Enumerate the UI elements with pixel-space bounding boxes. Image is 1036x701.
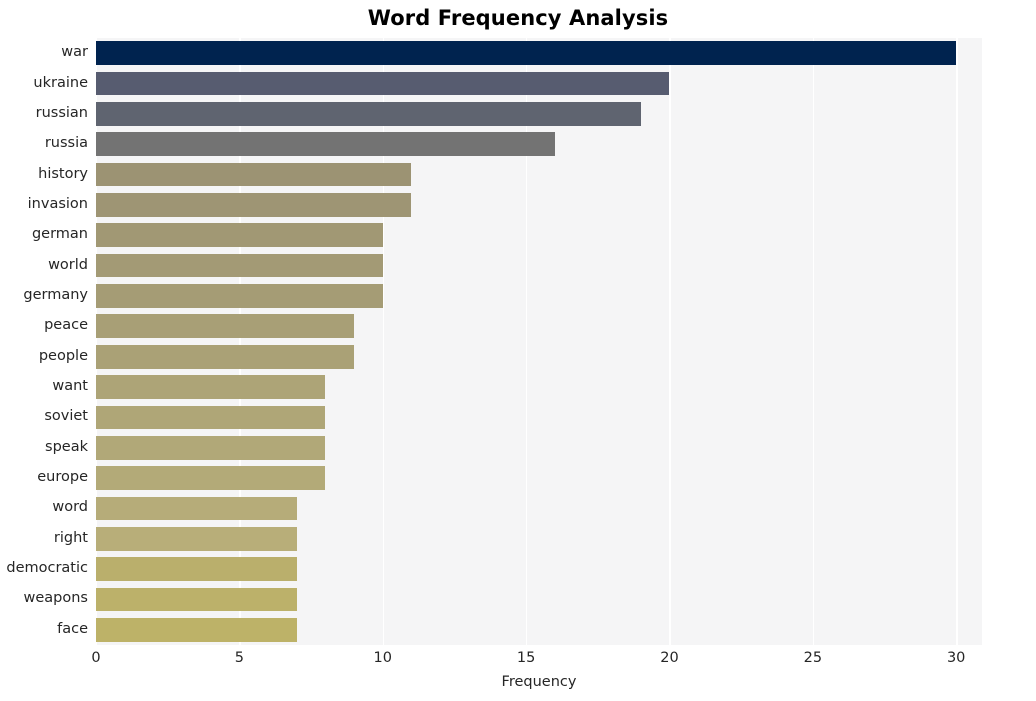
bar-row bbox=[96, 466, 982, 490]
y-tick-label-war: war bbox=[61, 44, 88, 61]
y-tick-label-world: world bbox=[48, 256, 88, 273]
x-tick-label-0: 0 bbox=[91, 650, 101, 666]
bar-word bbox=[96, 496, 297, 521]
bar-row bbox=[96, 132, 982, 157]
y-tick-label-word: word bbox=[52, 499, 88, 516]
bar-row bbox=[96, 496, 982, 521]
x-tick-label-10: 10 bbox=[373, 650, 392, 666]
bar-russian bbox=[96, 102, 641, 126]
bars-container bbox=[96, 38, 982, 645]
y-axis-tick-labels: war ukraine russian russia history invasion ge… bbox=[0, 38, 88, 645]
bar-right bbox=[96, 526, 297, 551]
x-axis-tick-labels: 0 5 10 15 20 25 30 bbox=[0, 650, 1036, 674]
x-tick-label-20: 20 bbox=[660, 650, 679, 666]
bar-soviet bbox=[96, 405, 326, 430]
bar-row bbox=[96, 314, 982, 339]
y-tick-label-invasion: invasion bbox=[27, 195, 88, 212]
y-tick-label-peace: peace bbox=[44, 317, 88, 334]
bar-democratic bbox=[96, 557, 297, 581]
bar-europe bbox=[96, 466, 326, 490]
bar-weapons bbox=[96, 587, 297, 612]
bar-row bbox=[96, 223, 982, 248]
y-tick-label-europe: europe bbox=[37, 469, 88, 486]
y-tick-label-russia: russia bbox=[44, 135, 88, 152]
bar-want bbox=[96, 375, 326, 399]
x-axis-label: Frequency bbox=[501, 674, 577, 690]
bar-row bbox=[96, 617, 982, 642]
bar-row bbox=[96, 41, 982, 65]
bar-ukraine bbox=[96, 71, 670, 96]
bar-row bbox=[96, 526, 982, 551]
bar-germany bbox=[96, 284, 383, 308]
bar-speak bbox=[96, 435, 326, 460]
bar-russia bbox=[96, 132, 555, 157]
bar-row bbox=[96, 344, 982, 369]
y-tick-label-germany: germany bbox=[23, 286, 88, 303]
y-tick-label-history: history bbox=[38, 165, 88, 182]
x-tick-label-15: 15 bbox=[516, 650, 536, 666]
chart-figure: Word Frequency Analysis war ukraine russia… bbox=[0, 0, 1036, 701]
bar-row bbox=[96, 162, 982, 187]
bar-war bbox=[96, 41, 957, 65]
y-tick-label-face: face bbox=[57, 620, 88, 637]
x-tick-label-30: 30 bbox=[946, 650, 966, 666]
bar-row bbox=[96, 71, 982, 96]
bar-people bbox=[96, 344, 355, 369]
bar-row bbox=[96, 253, 982, 278]
y-tick-label-people: people bbox=[38, 347, 88, 364]
bar-row bbox=[96, 375, 982, 399]
bar-row bbox=[96, 284, 982, 308]
x-tick-label-5: 5 bbox=[234, 650, 244, 666]
bar-peace bbox=[96, 314, 355, 339]
bar-face bbox=[96, 617, 297, 642]
y-tick-label-weapons: weapons bbox=[23, 590, 89, 607]
y-tick-label-democratic: democratic bbox=[6, 560, 88, 577]
bar-row bbox=[96, 435, 982, 460]
bar-row bbox=[96, 557, 982, 581]
bar-row bbox=[96, 405, 982, 430]
y-tick-label-want: want bbox=[52, 378, 88, 395]
bar-history bbox=[96, 162, 412, 187]
y-tick-label-ukraine: ukraine bbox=[33, 74, 88, 91]
bar-world bbox=[96, 253, 383, 278]
y-tick-label-german: german bbox=[31, 226, 88, 243]
y-tick-label-speak: speak bbox=[45, 438, 88, 455]
y-tick-label-soviet: soviet bbox=[44, 408, 88, 425]
bar-row bbox=[96, 102, 982, 126]
x-tick-label-25: 25 bbox=[803, 650, 823, 666]
chart-title: Word Frequency Analysis bbox=[367, 6, 669, 30]
bar-row bbox=[96, 587, 982, 612]
bar-german bbox=[96, 223, 383, 248]
plot-area bbox=[96, 38, 982, 645]
y-tick-label-right: right bbox=[53, 529, 88, 546]
bar-invasion bbox=[96, 193, 412, 217]
bar-row bbox=[96, 193, 982, 217]
y-tick-label-russian: russian bbox=[35, 104, 88, 121]
